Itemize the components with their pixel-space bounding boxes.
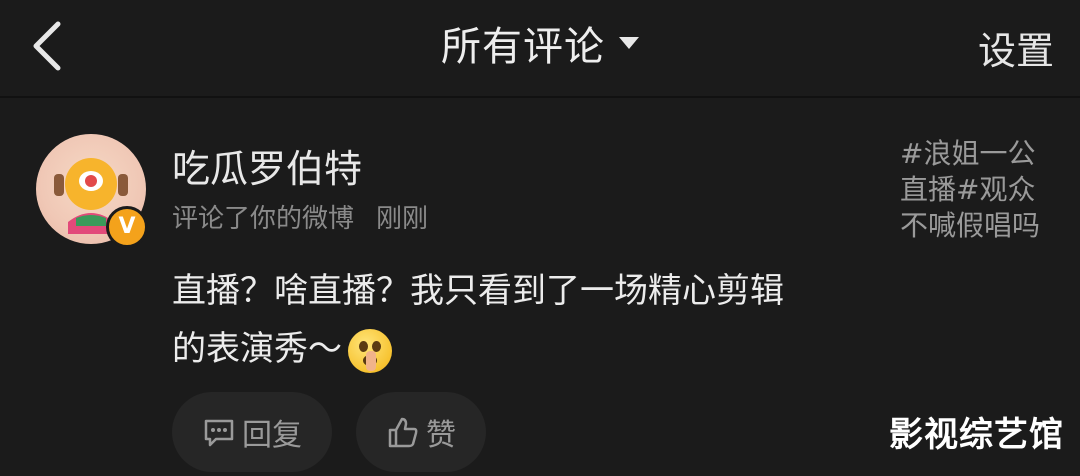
comment-icon xyxy=(204,419,234,447)
post-preview-line: #浪姐一公 xyxy=(900,137,1036,170)
post-preview[interactable]: #浪姐一公 直播#观众 不喊假唱吗 xyxy=(900,136,1060,244)
watermark: 影视综艺馆 xyxy=(889,415,1064,455)
comment-username[interactable]: 吃瓜罗伯特 xyxy=(172,138,362,193)
reply-label: 回复 xyxy=(242,418,302,453)
settings-button[interactable]: 设置 xyxy=(978,20,1054,75)
post-preview-line: 不喊假唱吗 xyxy=(900,209,1041,242)
comment-text-line-2-wrap: 的表演秀～ xyxy=(172,320,872,378)
title-dropdown[interactable]: 所有评论 xyxy=(0,14,1080,72)
comment-time: 刚刚 xyxy=(376,204,429,234)
verified-badge: V xyxy=(106,206,148,248)
like-label: 赞 xyxy=(426,418,456,453)
post-preview-line: 直播#观众 xyxy=(900,173,1036,206)
comment-meta: 评论了你的微博 刚刚 xyxy=(172,198,428,235)
shushing-face-icon xyxy=(348,328,392,373)
comment-text-line-2: 的表演秀～ xyxy=(172,329,342,369)
reply-button[interactable]: 回复 xyxy=(172,392,332,472)
page-title: 所有评论 xyxy=(441,24,605,70)
caret-down-icon xyxy=(619,37,639,49)
top-navigation-bar: 所有评论 设置 xyxy=(0,0,1080,98)
like-button[interactable]: 赞 xyxy=(356,392,486,472)
thumbs-up-icon xyxy=(388,417,418,448)
comment-action-text: 评论了你的微博 xyxy=(172,204,355,234)
comment-text: 直播？啥直播？我只看到了一场精心剪辑 的表演秀～ xyxy=(172,262,872,378)
comment-text-line-1: 直播？啥直播？我只看到了一场精心剪辑 xyxy=(172,271,784,311)
